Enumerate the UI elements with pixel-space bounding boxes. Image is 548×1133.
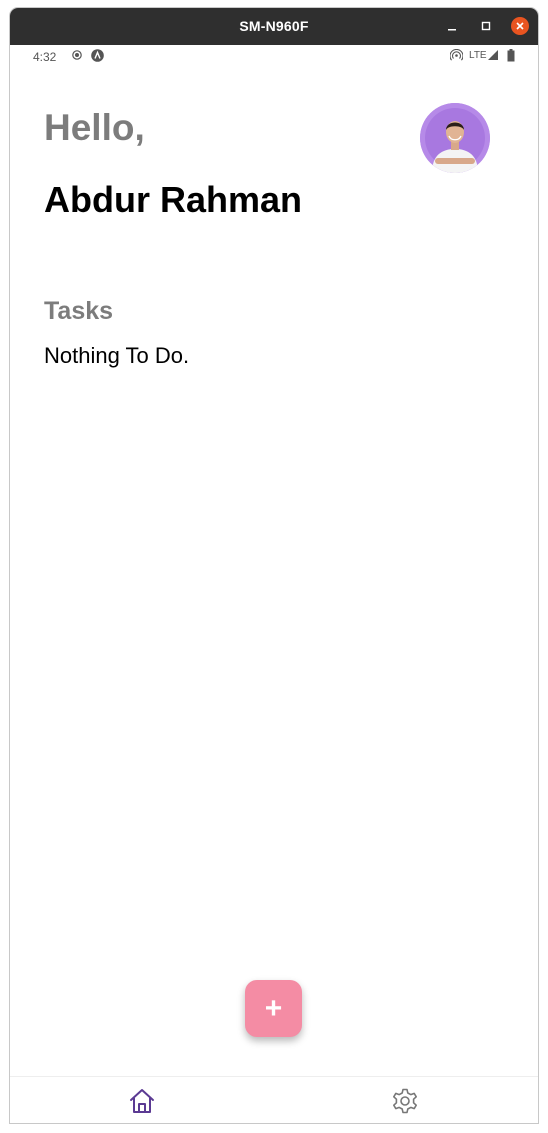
minimize-button[interactable] xyxy=(443,17,461,35)
avatar[interactable] xyxy=(420,103,490,173)
home-icon xyxy=(130,1089,154,1113)
nav-home-tab[interactable] xyxy=(127,1086,157,1116)
maximize-icon xyxy=(481,21,491,31)
network-type: LTE xyxy=(469,50,487,61)
phone-screen: 4:32 LTE Hello, Abdur Rahman Tasks Nothi… xyxy=(10,45,538,1123)
user-name: Abdur Rahman xyxy=(44,179,303,220)
window-titlebar[interactable]: SM-N960F xyxy=(10,8,538,45)
hotspot-icon xyxy=(449,48,464,65)
profile-photo xyxy=(420,103,490,173)
emulator-window: SM-N960F 4:32 LTE Hello, Abdur Rahman Ta… xyxy=(10,8,538,1123)
close-icon xyxy=(516,22,524,30)
close-button[interactable] xyxy=(511,17,529,35)
empty-tasks-message: Nothing To Do. xyxy=(44,343,190,368)
status-bar: 4:32 LTE xyxy=(10,45,538,69)
maximize-button[interactable] xyxy=(477,17,495,35)
battery-icon xyxy=(507,49,515,65)
signal-icon xyxy=(487,49,499,64)
add-task-button[interactable]: + xyxy=(245,980,302,1037)
tasks-heading: Tasks xyxy=(44,297,114,325)
minimize-icon xyxy=(448,29,456,31)
record-icon xyxy=(71,49,83,64)
accessibility-icon xyxy=(91,49,104,65)
gear-icon xyxy=(393,1088,417,1114)
bottom-navigation xyxy=(10,1076,538,1123)
greeting-text: Hello, xyxy=(44,107,145,148)
status-time: 4:32 xyxy=(33,50,57,64)
nav-settings-tab[interactable] xyxy=(390,1086,420,1116)
